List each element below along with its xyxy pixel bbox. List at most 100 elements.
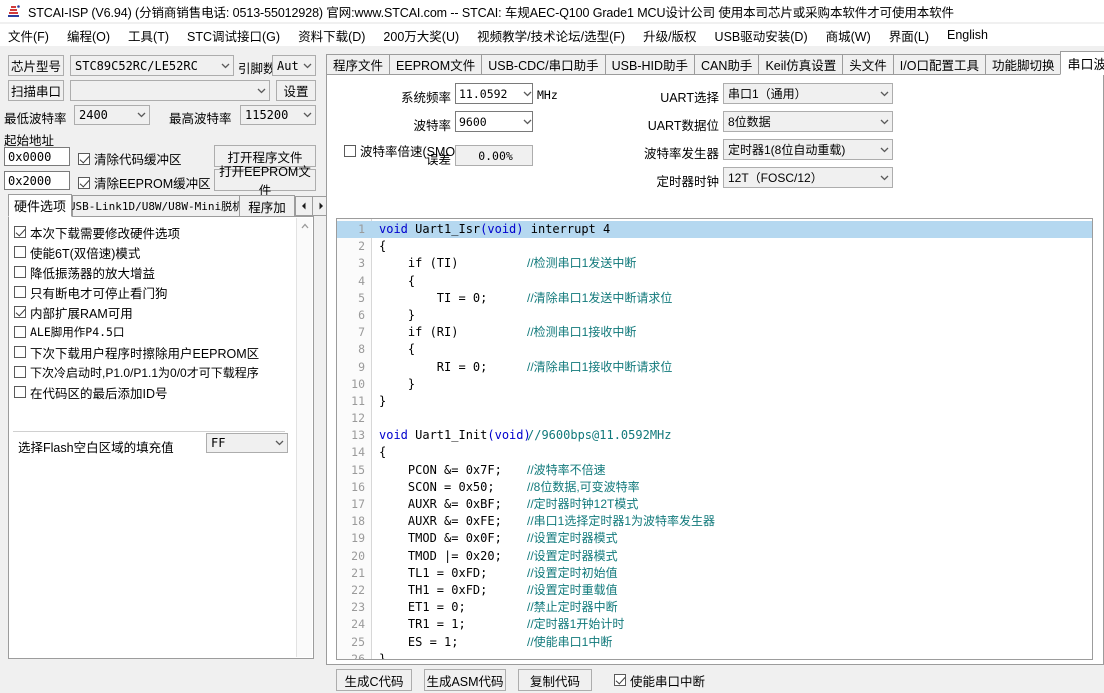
code-text: TH1 = 0xFD; (379, 582, 488, 597)
chip-model-button[interactable]: 芯片型号 (8, 55, 64, 76)
code-text: } (379, 651, 387, 660)
baud-value: 9600 (459, 114, 487, 129)
menu-item-usb-driver[interactable]: USB驱动安装(D) (715, 25, 817, 46)
menu-item-english[interactable]: English (947, 27, 997, 43)
tab-eeprom-file[interactable]: EEPROM文件 (389, 54, 483, 75)
menu-item-tools[interactable]: 工具(T) (128, 25, 178, 46)
settings-button[interactable]: 设置 (276, 80, 316, 101)
tab-function-pin[interactable]: 功能脚切换 (984, 54, 1062, 75)
tab-header-file[interactable]: 头文件 (842, 54, 894, 75)
baudgen-label: 波特率发生器 (643, 147, 719, 161)
pin-count-combo[interactable]: Auto (272, 55, 316, 76)
code-line: 12 (337, 410, 1092, 427)
baud-combo[interactable]: 9600 (455, 111, 533, 132)
code-comment: //设置定时器模式 (527, 531, 618, 546)
code-line: 1 void Uart1_Isr(void) interrupt 4 (337, 221, 1092, 239)
line-number: 2 (358, 239, 365, 254)
hw-option-watchdog-poweroff[interactable]: 只有断电才可停止看门狗 (14, 282, 292, 302)
left-tab-program-load[interactable]: 程序加 (239, 195, 295, 217)
hardware-options-panel: 本次下载需要修改硬件选项 使能6T(双倍速)模式 降低振荡器的放大增益 只有断电… (8, 216, 314, 659)
open-eeprom-file-button[interactable]: 打开EEPROM文件 (214, 165, 316, 198)
generate-asm-code-button[interactable]: 生成ASM代码 (424, 669, 506, 691)
tab-program-file[interactable]: 程序文件 (326, 54, 391, 75)
hw-option-label: ALE脚用作P4.5口 (30, 325, 125, 339)
max-baud-combo[interactable]: 115200 (240, 105, 316, 125)
chevron-down-icon (133, 112, 149, 118)
line-number: 10 (351, 376, 365, 391)
uart-select-combo[interactable]: 串口1（通用） (723, 83, 893, 104)
uart-select-label: UART选择 (660, 91, 719, 105)
hw-option-modify-hardware[interactable]: 本次下载需要修改硬件选项 (14, 222, 292, 242)
code-lines: 1 void Uart1_Isr(void) interrupt 4 2{3 if … (337, 221, 1092, 660)
hw-option-label: 本次下载需要修改硬件选项 (30, 226, 181, 241)
sysfreq-combo[interactable]: 11.0592 (455, 83, 533, 104)
code-text: TI = 0; (379, 290, 488, 305)
clear-code-buffer-checkbox[interactable]: 清除代码缓冲区 (78, 149, 182, 168)
serial-port-combo[interactable] (70, 80, 270, 101)
generate-c-code-button[interactable]: 生成C代码 (336, 669, 412, 691)
timerclk-combo[interactable]: 12T（FOSC/12） (723, 167, 893, 188)
tab-keil-sim[interactable]: Keil仿真设置 (758, 54, 844, 75)
chevron-down-icon (876, 91, 892, 97)
left-tab-prev-button[interactable] (295, 196, 313, 216)
code-text: } (379, 393, 387, 408)
code-start-address-input[interactable]: 0x0000 (4, 147, 70, 166)
line-number: 7 (358, 325, 365, 340)
left-tab-hardware-options[interactable]: 硬件选项 (8, 194, 72, 217)
tab-io-config-tool[interactable]: I/O口配置工具 (892, 54, 986, 75)
generated-code-editor[interactable]: 1 void Uart1_Isr(void) interrupt 4 2{3 if … (336, 218, 1093, 660)
sysfreq-label: 系统频率 (400, 91, 451, 105)
hw-option-ale-p45[interactable]: ALE脚用作P4.5口 (14, 322, 292, 342)
menu-item-file[interactable]: 文件(F) (8, 25, 58, 46)
code-text: TMOD |= 0x20; (379, 548, 502, 563)
line-number: 4 (358, 273, 365, 288)
menu-item-stc-debug[interactable]: STC调试接口(G) (187, 25, 289, 46)
tab-can[interactable]: CAN助手 (694, 54, 760, 75)
sysfreq-value: 11.0592 (459, 86, 508, 101)
code-comment: //设置定时器模式 (527, 548, 618, 563)
menu-item-downloads[interactable]: 资料下载(D) (298, 25, 374, 46)
max-baud-value: 115200 (245, 108, 289, 122)
flash-fill-label: 选择Flash空白区域的填充值 (18, 441, 174, 455)
menu-item-award[interactable]: 200万大奖(U) (383, 25, 468, 46)
tab-usb-hid[interactable]: USB-HID助手 (604, 54, 696, 75)
chip-model-combo[interactable]: STC89C52RC/LE52RC (70, 55, 234, 76)
checkbox-box-icon (14, 346, 26, 358)
menu-item-ui[interactable]: 界面(L) (889, 25, 938, 46)
chip-model-value: STC89C52RC/LE52RC (75, 58, 198, 73)
clear-eeprom-buffer-checkbox[interactable]: 清除EEPROM缓冲区 (78, 173, 211, 192)
min-baud-combo[interactable]: 2400 (74, 105, 150, 125)
code-comment: //检测串口1接收中断 (527, 325, 637, 340)
enable-uart-interrupt-checkbox[interactable]: 使能串口中断 (614, 671, 705, 690)
hw-option-reduce-osc-gain[interactable]: 降低振荡器的放大增益 (14, 262, 292, 282)
code-text: ES = 1; (379, 634, 459, 649)
min-baud-value: 2400 (79, 108, 108, 122)
checkbox-box-icon (78, 152, 90, 165)
hw-option-internal-xram[interactable]: 内部扩展RAM可用 (14, 302, 292, 322)
menu-item-program[interactable]: 编程(O) (67, 25, 119, 46)
left-tab-usb-link[interactable]: USB-Link1D/U8W/U8W-Mini脱机 (69, 195, 243, 217)
hardware-options-scrollbar[interactable] (296, 218, 312, 657)
code-line: 8 { (337, 341, 1092, 358)
tab-baud-calculator[interactable]: 串口波特率计算器 (1060, 51, 1104, 75)
copy-code-button[interactable]: 复制代码 (518, 669, 592, 691)
scan-port-button[interactable]: 扫描串口 (8, 80, 64, 101)
menu-item-mall[interactable]: 商城(W) (826, 25, 880, 46)
eeprom-start-address-input[interactable]: 0x2000 (4, 171, 70, 190)
code-line: 14 { (337, 444, 1092, 461)
hw-option-cold-start-p10-p11[interactable]: 下次冷启动时,P1.0/P1.1为0/0才可下载程序 (14, 362, 292, 382)
uart-databits-combo[interactable]: 8位数据 (723, 111, 893, 132)
hw-option-6t-mode[interactable]: 使能6T(双倍速)模式 (14, 242, 292, 262)
checkbox-box-icon (14, 246, 26, 258)
tab-usb-cdc-serial[interactable]: USB-CDC/串口助手 (481, 54, 606, 75)
flash-fill-combo[interactable]: FF (206, 433, 288, 453)
hw-option-erase-eeprom[interactable]: 下次下载用户程序时擦除用户EEPROM区 (14, 342, 292, 362)
menu-item-upgrade[interactable]: 升级/版权 (643, 25, 705, 46)
menu-item-video-forum[interactable]: 视频教学/技术论坛/选型(F) (477, 25, 634, 46)
code-line: 25 ES = 1; //使能串口1中断 (337, 634, 1092, 651)
hw-option-append-id[interactable]: 在代码区的最后添加ID号 (14, 382, 292, 402)
timerclk-label: 定时器时钟 (656, 175, 719, 189)
scroll-up-arrow-icon[interactable] (297, 218, 312, 233)
code-text: } (379, 307, 416, 322)
baudgen-combo[interactable]: 定时器1(8位自动重载) (723, 139, 893, 160)
